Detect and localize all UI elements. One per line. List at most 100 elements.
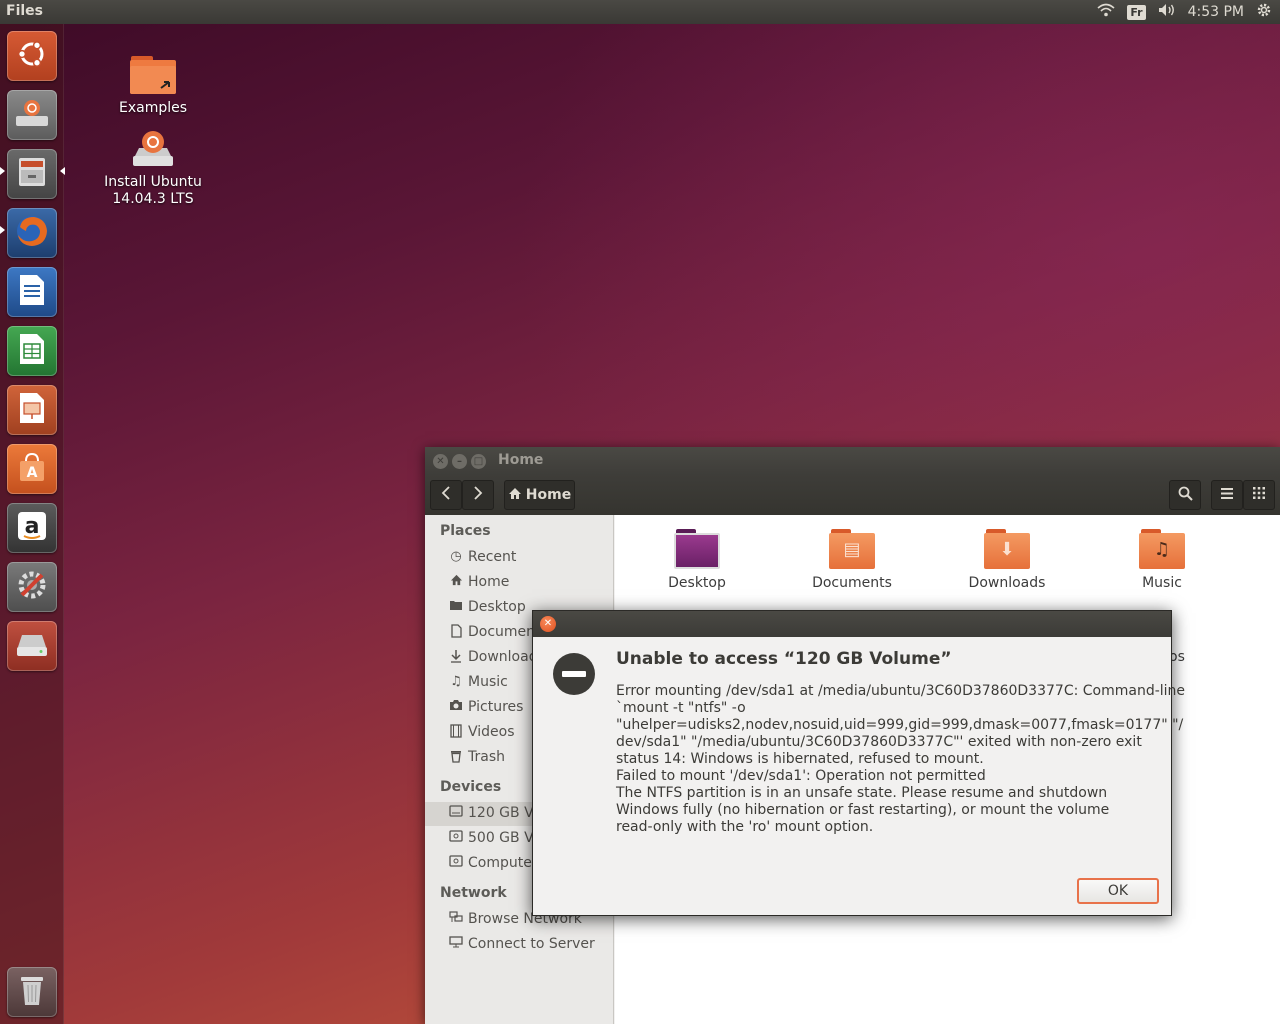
clock-icon: ◷ <box>450 549 462 564</box>
dialog-message-line: status 14: Windows is hibernated, refuse… <box>616 751 984 767</box>
calc-launcher[interactable] <box>7 326 57 376</box>
error-icon <box>553 653 595 695</box>
documents-folder-icon: ▤ <box>829 529 875 569</box>
dialog-message-line: Windows fully (no hibernation or fast re… <box>616 802 1110 818</box>
keyboard-layout-indicator[interactable]: Fr <box>1127 4 1146 20</box>
shopping-bag-icon: A <box>15 450 49 488</box>
firefox-launcher[interactable] <box>7 208 57 258</box>
files-active-indicator <box>60 167 65 175</box>
dialog-message-line: The NTFS partition is in an unsafe state… <box>616 785 1108 801</box>
list-view-button[interactable] <box>1211 480 1243 510</box>
app-menu-title[interactable]: Files <box>6 3 43 19</box>
search-icon <box>1178 486 1193 505</box>
desktop-icon-label-line1: Install Ubuntu <box>104 174 202 190</box>
folder-music[interactable]: ♫ Music <box>1097 529 1227 591</box>
file-cabinet-icon <box>15 155 49 193</box>
wifi-icon[interactable] <box>1097 3 1115 21</box>
window-title: Home <box>498 452 544 468</box>
window-minimize-icon[interactable]: – <box>452 454 467 469</box>
software-center-launcher[interactable]: A <box>7 444 57 494</box>
back-button[interactable] <box>430 480 462 510</box>
trash-icon <box>448 749 464 767</box>
chevron-right-icon <box>473 486 483 504</box>
sidebar-item-recent[interactable]: ◷ Recent <box>425 546 614 570</box>
svg-text:a: a <box>25 514 40 539</box>
drive-launcher[interactable] <box>7 621 57 671</box>
list-icon <box>1221 487 1233 503</box>
amazon-icon: a <box>15 509 49 547</box>
grid-view-button[interactable] <box>1243 480 1275 510</box>
window-maximize-icon[interactable]: □ <box>471 454 486 469</box>
home-icon <box>448 574 464 590</box>
folder-downloads[interactable]: ⬇ Downloads <box>942 529 1072 591</box>
sidebar-item-connect-to-server[interactable]: Connect to Server <box>425 933 614 957</box>
calc-icon <box>17 332 47 370</box>
desktop-examples-icon[interactable]: Examples <box>93 52 213 117</box>
amazon-launcher[interactable]: a <box>7 503 57 553</box>
trash-launcher[interactable] <box>7 967 57 1017</box>
film-icon <box>448 724 464 742</box>
dialog-close-icon[interactable]: ✕ <box>540 616 556 632</box>
forward-button[interactable] <box>462 480 494 510</box>
system-settings-launcher[interactable] <box>7 562 57 612</box>
sidebar-header-network: Network <box>440 885 507 901</box>
sidebar-header-devices: Devices <box>440 779 502 795</box>
dialog-heading: Unable to access “120 GB Volume” <box>616 649 952 669</box>
firefox-running-indicator <box>0 226 5 234</box>
ok-button[interactable]: OK <box>1077 878 1159 904</box>
clock[interactable]: 4:53 PM <box>1188 4 1244 20</box>
breadcrumb-home[interactable]: Home <box>504 480 575 510</box>
dialog-titlebar[interactable]: ✕ <box>533 611 1171 637</box>
impress-launcher[interactable] <box>7 385 57 435</box>
drive-icon <box>448 830 464 846</box>
desktop-icon-label-line2: 14.04.3 LTS <box>112 191 194 207</box>
music-icon: ♫ <box>450 674 462 689</box>
session-gear-icon[interactable] <box>1256 2 1272 22</box>
error-dialog: ✕ Unable to access “120 GB Volume” Error… <box>532 610 1186 916</box>
camera-icon <box>448 699 464 715</box>
server-icon <box>448 936 464 952</box>
folder-documents[interactable]: ▤ Documents <box>787 529 917 591</box>
indicator-area: Fr 4:53 PM <box>1097 0 1272 24</box>
dialog-message-line: Error mounting /dev/sda1 at /media/ubunt… <box>616 683 1186 699</box>
sidebar-header-places: Places <box>440 523 491 539</box>
desktop-install-ubuntu-icon[interactable]: Install Ubuntu 14.04.3 LTS <box>93 126 213 208</box>
impress-icon <box>17 391 47 429</box>
chevron-left-icon <box>441 486 451 504</box>
files-toolbar: Home <box>425 475 1280 515</box>
folder-icon <box>448 599 464 615</box>
launcher: A a <box>0 24 65 1024</box>
drive-icon <box>448 805 464 821</box>
dialog-message-line: Failed to mount '/dev/sda1': Operation n… <box>616 768 986 784</box>
volume-icon[interactable] <box>1158 3 1176 21</box>
dialog-message-line: dev/sda1" "/media/ubuntu/3C60D37860D3377… <box>616 734 1142 750</box>
firefox-icon <box>14 213 50 253</box>
home-icon <box>508 487 522 504</box>
dialog-message-line: `mount -t "ntfs" -o <box>616 700 746 716</box>
files-titlebar[interactable]: ✕ – □ Home <box>425 447 1280 475</box>
folder-label: Downloads <box>968 575 1046 591</box>
folder-link-icon <box>129 52 177 96</box>
grid-icon <box>1253 487 1265 503</box>
network-icon <box>448 911 464 927</box>
dash-home-button[interactable] <box>7 31 57 81</box>
sidebar-item-home[interactable]: Home <box>425 571 614 595</box>
settings-wrench-icon <box>14 567 50 607</box>
desktop-folder-icon <box>674 529 720 569</box>
window-close-icon[interactable]: ✕ <box>433 454 448 469</box>
top-panel: Files Fr 4:53 PM <box>0 0 1280 24</box>
folder-desktop[interactable]: Desktop <box>632 529 762 591</box>
svg-text:A: A <box>27 465 38 481</box>
search-button[interactable] <box>1169 480 1201 510</box>
dialog-message-line: read-only with the 'ro' mount option. <box>616 819 874 835</box>
dialog-message: Error mounting /dev/sda1 at /media/ubunt… <box>616 683 1186 836</box>
files-launcher[interactable] <box>7 149 57 199</box>
folder-label: Desktop <box>668 575 726 591</box>
writer-launcher[interactable] <box>7 267 57 317</box>
install-ubuntu-launcher[interactable] <box>7 90 57 140</box>
folder-label: Music <box>1142 575 1182 591</box>
dialog-message-line: "uhelper=udisks2,nodev,nosuid,uid=999,gi… <box>616 717 1184 733</box>
ubuntu-logo-icon <box>16 38 48 74</box>
hard-drive-icon <box>14 629 50 663</box>
desktop-icon-label: Examples <box>118 100 188 116</box>
